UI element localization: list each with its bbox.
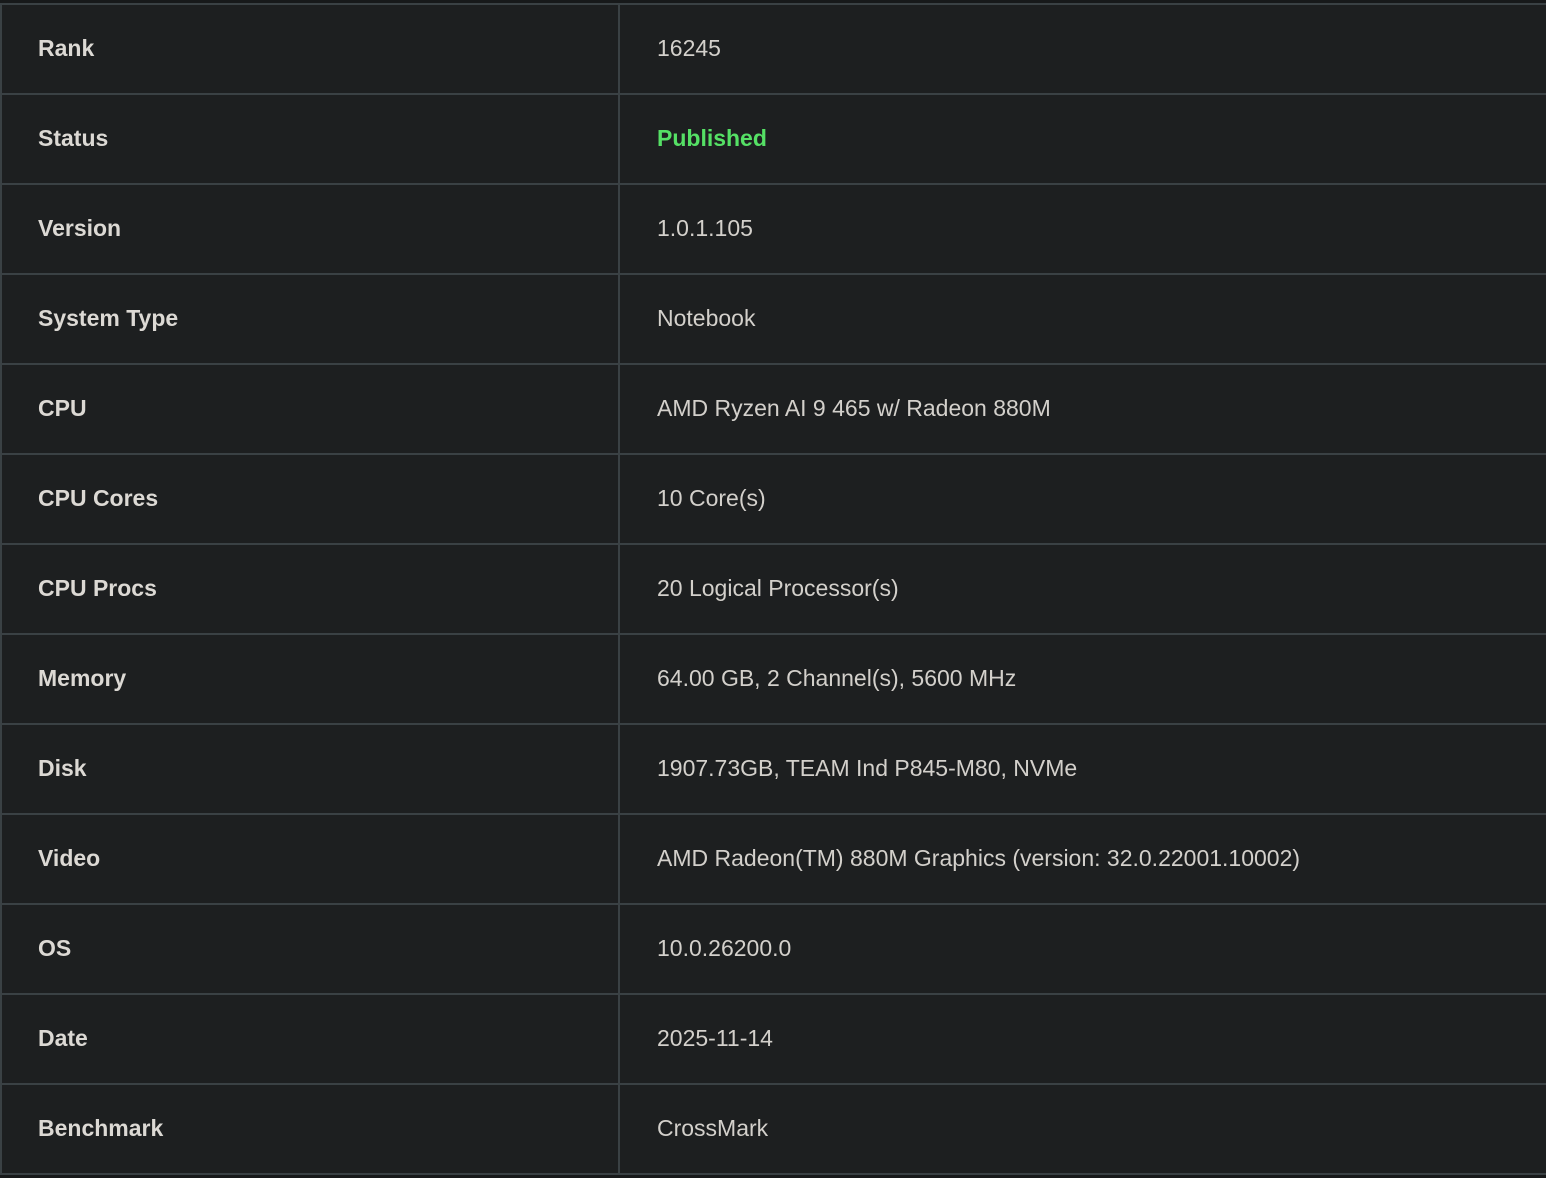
table-row: Date 2025-11-14 (2, 995, 1546, 1085)
table-row: System Type Notebook (2, 275, 1546, 365)
row-label: Disk (2, 725, 620, 813)
row-label: Date (2, 995, 620, 1083)
row-label: Rank (2, 5, 620, 93)
row-label: System Type (2, 275, 620, 363)
row-label: Version (2, 185, 620, 273)
row-value: 10.0.26200.0 (620, 905, 1546, 993)
row-value: AMD Ryzen AI 9 465 w/ Radeon 880M (620, 365, 1546, 453)
row-value: 20 Logical Processor(s) (620, 545, 1546, 633)
row-value: CrossMark (620, 1085, 1546, 1173)
table-row: Rank 16245 (2, 5, 1546, 95)
row-value: Notebook (620, 275, 1546, 363)
row-label: CPU Cores (2, 455, 620, 543)
row-label: Benchmark (2, 1085, 620, 1173)
table-row: Memory 64.00 GB, 2 Channel(s), 5600 MHz (2, 635, 1546, 725)
row-value: 1907.73GB, TEAM Ind P845-M80, NVMe (620, 725, 1546, 813)
row-value: 2025-11-14 (620, 995, 1546, 1083)
row-label: CPU Procs (2, 545, 620, 633)
benchmark-spec-table: Rank 16245 Status Published Version 1.0.… (0, 3, 1546, 1175)
table-row: OS 10.0.26200.0 (2, 905, 1546, 995)
table-row: CPU Cores 10 Core(s) (2, 455, 1546, 545)
row-value: AMD Radeon(TM) 880M Graphics (version: 3… (620, 815, 1546, 903)
row-value: 10 Core(s) (620, 455, 1546, 543)
row-label: Video (2, 815, 620, 903)
status-value: Published (620, 95, 1546, 183)
table-row: Disk 1907.73GB, TEAM Ind P845-M80, NVMe (2, 725, 1546, 815)
table-row: Version 1.0.1.105 (2, 185, 1546, 275)
table-row: Video AMD Radeon(TM) 880M Graphics (vers… (2, 815, 1546, 905)
row-label: Memory (2, 635, 620, 723)
table-row: CPU Procs 20 Logical Processor(s) (2, 545, 1546, 635)
row-value: 1.0.1.105 (620, 185, 1546, 273)
table-row: Benchmark CrossMark (2, 1085, 1546, 1175)
row-label: OS (2, 905, 620, 993)
table-row: CPU AMD Ryzen AI 9 465 w/ Radeon 880M (2, 365, 1546, 455)
row-label: CPU (2, 365, 620, 453)
row-value: 64.00 GB, 2 Channel(s), 5600 MHz (620, 635, 1546, 723)
row-label: Status (2, 95, 620, 183)
table-row: Status Published (2, 95, 1546, 185)
row-value: 16245 (620, 5, 1546, 93)
